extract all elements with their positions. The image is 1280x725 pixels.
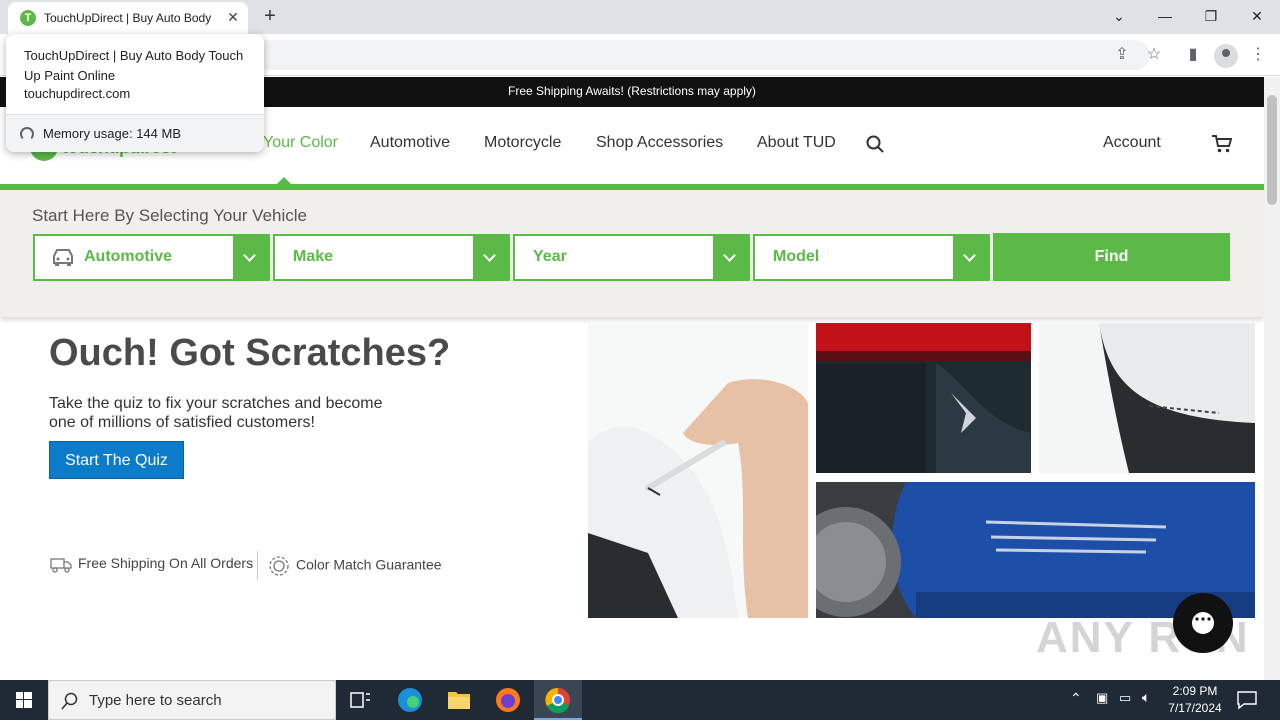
touch-up-pen-photo bbox=[588, 323, 808, 618]
account-link[interactable]: Account bbox=[1103, 134, 1161, 152]
nav-active-caret bbox=[277, 177, 291, 184]
notification-icon[interactable] bbox=[1236, 690, 1258, 710]
menu-icon[interactable]: ⋮ bbox=[1247, 44, 1269, 66]
tab-close-icon[interactable]: ✕ bbox=[224, 8, 242, 26]
bookmark-star-icon[interactable]: ☆ bbox=[1143, 44, 1165, 66]
search-icon bbox=[61, 692, 78, 710]
site-favicon-icon: T bbox=[20, 10, 36, 26]
hero-subtitle: Take the quiz to fix your scratches and … bbox=[49, 395, 383, 431]
taillight-scratch-photo bbox=[816, 323, 1031, 473]
vehicle-selector: Start Here By Selecting Your Vehicle Aut… bbox=[0, 190, 1264, 317]
tab-title: TouchUpDirect | Buy Auto Body bbox=[44, 11, 212, 25]
chevron-down-icon[interactable] bbox=[473, 236, 508, 279]
taskbar-search[interactable]: Type here to search bbox=[48, 680, 336, 720]
restore-button[interactable]: ❐ bbox=[1196, 4, 1226, 28]
file-explorer-icon[interactable] bbox=[435, 680, 483, 720]
divider bbox=[257, 551, 258, 581]
firefox-icon[interactable] bbox=[484, 680, 532, 720]
nav-shop-accessories[interactable]: Shop Accessories bbox=[596, 134, 723, 152]
make-value: Make bbox=[293, 248, 334, 265]
feature-label: Color Match Guarantee bbox=[296, 556, 442, 573]
make-select[interactable]: Make bbox=[273, 234, 510, 281]
badge-icon bbox=[269, 556, 289, 576]
tray-chevron-icon[interactable]: ⌃ bbox=[1070, 690, 1082, 707]
cart-icon[interactable] bbox=[1212, 135, 1232, 153]
chat-button[interactable] bbox=[1173, 593, 1233, 653]
share-icon[interactable]: ⇪ bbox=[1111, 44, 1133, 66]
hover-card-url: touchupdirect.com bbox=[24, 86, 131, 101]
profile-avatar[interactable] bbox=[1214, 44, 1238, 68]
truck-icon bbox=[50, 558, 72, 573]
scrollbar-thumb[interactable] bbox=[1267, 95, 1277, 205]
nav-automotive[interactable]: Automotive bbox=[370, 134, 450, 152]
address-bar[interactable] bbox=[250, 40, 1150, 70]
vehicle-type-value: Automotive bbox=[84, 248, 172, 265]
feature-color-match: Color Match Guarantee bbox=[268, 555, 442, 577]
model-value: Model bbox=[773, 248, 820, 265]
white-bumper-photo bbox=[1039, 323, 1255, 473]
model-select[interactable]: Model bbox=[753, 234, 990, 281]
taskbar-search-placeholder: Type here to search bbox=[89, 692, 222, 709]
hover-card-title: TouchUpDirect | Buy Auto Body Touch Up P… bbox=[24, 48, 244, 83]
memory-row: Memory usage: 144 MB bbox=[6, 115, 264, 152]
memory-usage-text: Memory usage: 144 MB bbox=[43, 126, 182, 141]
windows-taskbar: Type here to search ⌃ ▣ ▭ 🔈︎ 2:09 PM 7/1… bbox=[0, 680, 1280, 720]
gauge-icon bbox=[20, 127, 34, 141]
chevron-down-icon[interactable] bbox=[713, 236, 748, 279]
chat-dots-icon bbox=[1195, 617, 1211, 621]
tray-device-icon[interactable]: ▣ bbox=[1096, 690, 1108, 706]
tab-hover-card: TouchUpDirect | Buy Auto Body Touch Up P… bbox=[6, 34, 264, 152]
year-value: Year bbox=[533, 248, 567, 265]
chrome-icon bbox=[545, 687, 570, 714]
feature-free-shipping: Free Shipping On All Orders bbox=[50, 555, 253, 573]
task-view-icon[interactable] bbox=[336, 680, 384, 720]
nav-about-tud[interactable]: About TUD bbox=[757, 134, 836, 152]
car-icon bbox=[53, 249, 73, 266]
chrome-taskbar-button[interactable] bbox=[534, 680, 582, 720]
minimize-button[interactable]: — bbox=[1150, 4, 1180, 28]
nav-motorcycle[interactable]: Motorcycle bbox=[484, 134, 561, 152]
feature-label: Free Shipping On All Orders bbox=[78, 555, 254, 571]
nav-your-color[interactable]: Your Color bbox=[263, 134, 338, 152]
side-panel-icon[interactable]: ▮ bbox=[1182, 44, 1204, 66]
new-tab-button[interactable]: + bbox=[258, 5, 282, 29]
tab-search-icon[interactable]: ⌄ bbox=[1104, 4, 1134, 28]
chevron-down-icon[interactable] bbox=[233, 236, 268, 279]
vehicle-type-select[interactable]: Automotive bbox=[33, 234, 270, 281]
volume-icon[interactable]: 🔈︎ bbox=[1142, 689, 1150, 706]
clock-time: 2:09 PM bbox=[1172, 684, 1218, 698]
edge-icon[interactable] bbox=[386, 680, 434, 720]
taskbar-clock[interactable]: 2:09 PM 7/17/2024 bbox=[1160, 683, 1230, 717]
chevron-down-icon[interactable] bbox=[953, 236, 988, 279]
browser-tab[interactable]: T TouchUpDirect | Buy Auto Body ✕ bbox=[8, 2, 248, 34]
browser-tab-strip: T TouchUpDirect | Buy Auto Body ✕ + ⌄ — … bbox=[0, 0, 1280, 34]
page-scrollbar[interactable] bbox=[1264, 77, 1280, 680]
close-window-button[interactable]: ✕ bbox=[1242, 4, 1272, 28]
selector-heading: Start Here By Selecting Your Vehicle bbox=[32, 206, 307, 225]
network-icon[interactable]: ▭ bbox=[1119, 690, 1131, 706]
year-select[interactable]: Year bbox=[513, 234, 750, 281]
start-quiz-button[interactable]: Start The Quiz bbox=[49, 441, 184, 479]
find-button[interactable]: Find bbox=[993, 233, 1230, 281]
page-viewport: Free Shipping Awaits! (Restrictions may … bbox=[0, 77, 1264, 680]
hero-title: Ouch! Got Scratches? bbox=[49, 332, 451, 374]
search-icon[interactable] bbox=[866, 135, 884, 153]
windows-start-icon[interactable] bbox=[0, 680, 48, 720]
clock-date: 7/17/2024 bbox=[1168, 701, 1222, 715]
